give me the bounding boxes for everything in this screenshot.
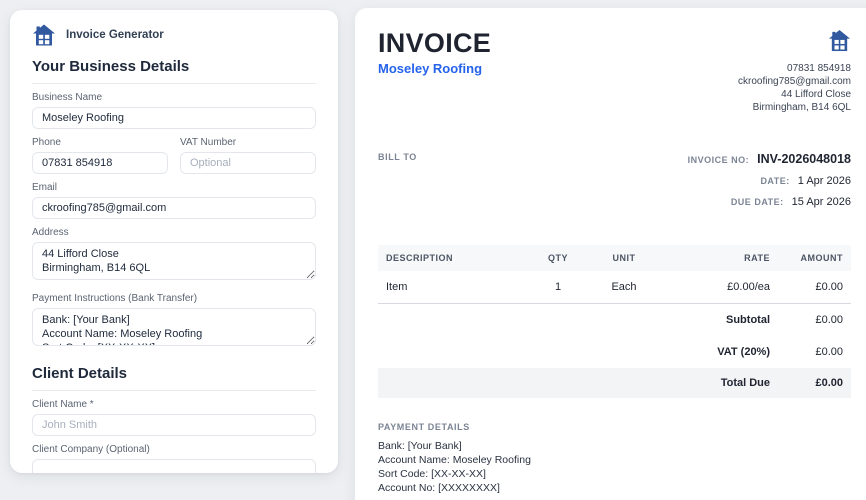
item-rate: £0.00/ea xyxy=(660,271,778,304)
item-amount: £0.00 xyxy=(778,271,851,304)
invoice-number-value: INV-2026048018 xyxy=(757,152,851,166)
col-header-unit: UNIT xyxy=(588,245,660,271)
col-header-rate: RATE xyxy=(660,245,778,271)
vat-number-input[interactable] xyxy=(180,152,316,174)
total-due-value: £0.00 xyxy=(778,368,851,398)
phone-label: Phone xyxy=(32,137,61,148)
app-title: Invoice Generator xyxy=(66,29,164,41)
contact-phone: 07831 854918 xyxy=(787,63,851,74)
invoice-date-row: DATE: 1 Apr 2026 xyxy=(688,175,851,187)
client-company-label: Client Company (Optional) xyxy=(32,444,150,455)
subtotal-value: £0.00 xyxy=(815,314,843,326)
table-header-row: DESCRIPTION QTY UNIT RATE AMOUNT xyxy=(378,245,851,271)
phone-input[interactable] xyxy=(32,152,168,174)
business-name-label: Business Name xyxy=(32,92,103,103)
vat-label: VAT (20%) xyxy=(717,346,770,358)
app-brand: Invoice Generator xyxy=(32,22,316,48)
client-company-input[interactable] xyxy=(32,459,316,473)
line-items-table: DESCRIPTION QTY UNIT RATE AMOUNT Item 1 … xyxy=(378,245,851,398)
col-header-amount: AMOUNT xyxy=(778,245,851,271)
client-section-heading: Client Details xyxy=(32,365,128,382)
col-header-description: DESCRIPTION xyxy=(378,245,528,271)
payment-detail-bank: Bank: [Your Bank] xyxy=(378,440,462,452)
email-label: Email xyxy=(32,182,58,193)
payment-detail-account-name: Account Name: Moseley Roofing xyxy=(378,454,531,466)
payment-detail-sort-code: Sort Code: [XX-XX-XX] xyxy=(378,468,486,480)
subtotal-label: Subtotal xyxy=(726,314,770,326)
invoice-business-name: Moseley Roofing xyxy=(378,61,483,76)
email-input[interactable] xyxy=(32,197,316,219)
item-qty: 1 xyxy=(528,271,588,304)
payment-details-section: PAYMENT DETAILS Bank: [Your Bank] Accoun… xyxy=(378,422,851,495)
house-logo-icon xyxy=(828,29,851,61)
subtotal-row: Subtotal £0.00 xyxy=(378,304,851,337)
house-logo-icon xyxy=(32,23,56,47)
client-company-field-group: Client Company (Optional) xyxy=(32,444,316,473)
address-label: Address xyxy=(32,227,69,238)
contact-email: ckroofing785@gmail.com xyxy=(738,76,851,87)
payment-instructions-field-group: Payment Instructions (Bank Transfer) Ban… xyxy=(32,293,316,351)
business-name-input[interactable] xyxy=(32,107,316,129)
payment-instructions-textarea[interactable]: Bank: [Your Bank] Account Name: Moseley … xyxy=(32,308,316,346)
invoice-preview-panel: INVOICE Moseley Roofing 07831 854918 ckr… xyxy=(355,8,866,500)
item-description: Item xyxy=(378,271,528,304)
payment-details-heading: PAYMENT DETAILS xyxy=(378,422,470,432)
divider xyxy=(32,83,316,84)
table-row: Item 1 Each £0.00/ea £0.00 xyxy=(378,271,851,304)
invoice-due-date-value: 15 Apr 2026 xyxy=(791,196,851,208)
business-name-field-group: Business Name xyxy=(32,92,316,129)
invoice-date-value: 1 Apr 2026 xyxy=(797,175,851,187)
invoice-generator-app: Invoice Generator Your Business Details … xyxy=(0,0,866,500)
invoice-due-date-label: DUE DATE: xyxy=(730,197,784,207)
invoice-date-label: DATE: xyxy=(760,176,790,186)
client-name-field-group: Client Name * xyxy=(32,399,316,436)
form-panel: Invoice Generator Your Business Details … xyxy=(10,10,338,473)
client-name-input[interactable] xyxy=(32,414,316,436)
col-header-qty: QTY xyxy=(528,245,588,271)
total-due-row: Total Due £0.00 xyxy=(378,368,851,398)
address-textarea[interactable]: 44 Lifford Close Birmingham, B14 6QL xyxy=(32,242,316,280)
business-section-heading: Your Business Details xyxy=(32,58,190,75)
invoice-number-label: INVOICE NO: xyxy=(687,155,750,165)
invoice-number-row: INVOICE NO: INV-2026048018 xyxy=(688,152,851,166)
contact-address-line2: Birmingham, B14 6QL xyxy=(752,102,851,113)
vat-number-label: VAT Number xyxy=(180,137,237,148)
email-field-group: Email xyxy=(32,182,316,219)
vat-value: £0.00 xyxy=(815,346,843,358)
vat-field-group: VAT Number xyxy=(180,137,316,174)
invoice-title: INVOICE xyxy=(378,28,492,58)
client-name-label: Client Name * xyxy=(32,399,94,410)
vat-row: VAT (20%) £0.00 xyxy=(378,336,851,368)
item-unit: Each xyxy=(588,271,660,304)
invoice-due-date-row: DUE DATE: 15 Apr 2026 xyxy=(688,196,851,208)
total-due-label: Total Due xyxy=(660,368,778,398)
payment-instructions-label: Payment Instructions (Bank Transfer) xyxy=(32,293,198,304)
divider xyxy=(32,390,316,391)
contact-address-line1: 44 Lifford Close xyxy=(781,89,851,100)
bill-to-label: BILL TO xyxy=(378,152,417,162)
payment-detail-account-no: Account No: [XXXXXXXX] xyxy=(378,482,500,494)
address-field-group: Address 44 Lifford Close Birmingham, B14… xyxy=(32,227,316,285)
phone-field-group: Phone xyxy=(32,137,168,174)
